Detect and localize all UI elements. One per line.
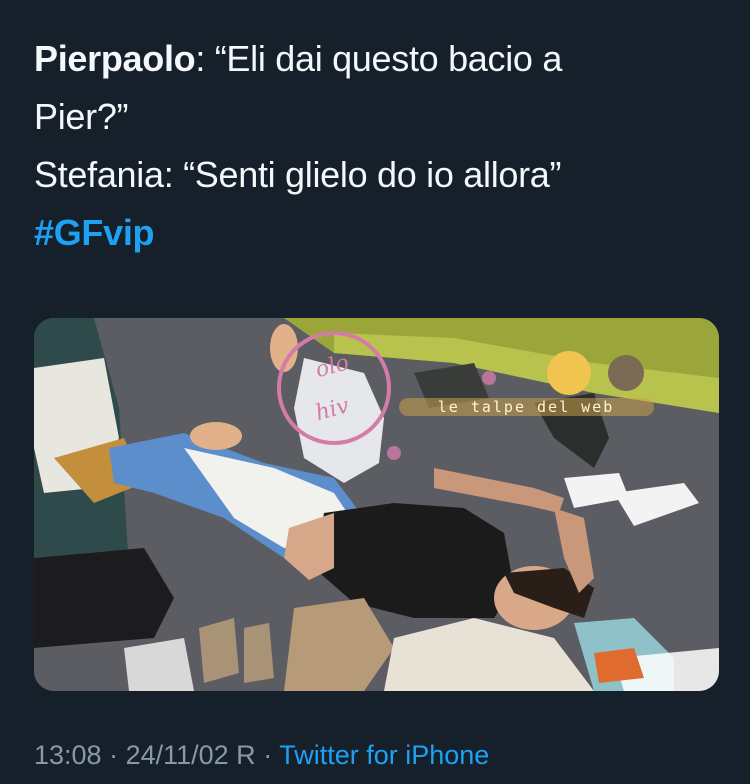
- tweet-photo[interactable]: olo hiv le talpe del web: [34, 318, 719, 691]
- watermark-text: le talpe del web: [438, 398, 615, 416]
- hashtag-link[interactable]: #GFvip: [34, 204, 724, 262]
- tweet-metadata: 13:08 · 24/11/02 R · Twitter for iPhone: [34, 740, 489, 771]
- photo-illustration: olo hiv le talpe del web: [34, 318, 719, 691]
- tweet-line-3: Stefania: “Senti glielo do io allora”: [34, 154, 562, 195]
- tweet-source-link[interactable]: Twitter for iPhone: [279, 740, 489, 770]
- meta-separator: ·: [255, 740, 280, 770]
- speaker-name: Pierpaolo: [34, 38, 196, 79]
- quote-text: : “Eli dai questo bacio a: [195, 38, 563, 79]
- tweet-time[interactable]: 13:08: [34, 740, 102, 770]
- tweet-line-1: Pierpaolo: “Eli dai questo bacio a: [34, 30, 724, 88]
- tweet-date[interactable]: 24/11/02 R: [126, 740, 256, 770]
- meta-separator: ·: [101, 740, 126, 770]
- tweet: Pierpaolo: “Eli dai questo bacio a Pier?…: [0, 0, 750, 784]
- tweet-line-2: Pier?”: [34, 96, 129, 137]
- tweet-text: Pierpaolo: “Eli dai questo bacio a Pier?…: [34, 30, 724, 262]
